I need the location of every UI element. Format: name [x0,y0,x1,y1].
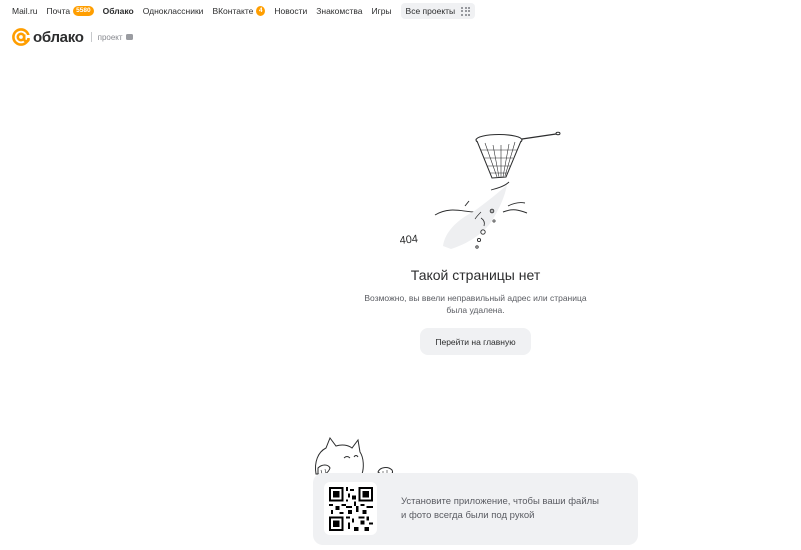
nav-vkontakte[interactable]: ВКонтакте 4 [212,6,266,16]
project-text: проект [97,32,123,42]
pochta-unread-badge: 5580 [73,6,94,16]
nav-znakomstva[interactable]: Знакомства [316,6,362,16]
error-description: Возможно, вы ввели неправильный адрес ил… [364,293,587,315]
qr-code-icon [328,486,373,531]
at-sign-logo-icon [12,28,31,46]
vkontakte-badge: 4 [256,6,266,16]
nav-oblako-label: Облако [102,6,134,16]
nav-znakomstva-label: Знакомства [316,6,363,16]
nav-novosti[interactable]: Новости [274,6,307,16]
nav-igry[interactable]: Игры [371,6,391,16]
all-projects-button[interactable]: Все проекты [400,3,476,19]
nav-oblako[interactable]: Облако [103,6,134,16]
portal-navbar: Mail.ru Почта 5580 Облако Одноклассники В… [0,0,801,22]
nav-mailru-label: Mail.ru [12,6,38,16]
apps-grid-icon [461,6,471,16]
nav-novosti-label: Новости [274,6,308,16]
app-promo-card: Установите приложение, чтобы ваши файлы … [313,473,638,545]
nav-odnoklassniki[interactable]: Одноклассники [143,6,204,16]
oblako-logo[interactable]: облако проект [11,27,133,47]
nav-odnoklassniki-label: Одноклассники [142,6,204,16]
go-home-button[interactable]: Перейти на главную [420,328,531,355]
vk-project-label: проект [98,33,133,42]
nav-mailru[interactable]: Mail.ru [12,6,38,16]
error-title: Такой страницы нет [410,267,541,283]
error-code-text: 404 [399,233,419,247]
nav-vkontakte-label: ВКонтакте [212,6,254,16]
fish-net-404-illustration: 404 [399,131,561,249]
vk-logo-icon [125,34,133,40]
promo-text: Установите приложение, чтобы ваши файлы … [401,496,599,521]
nav-pochta-label: Почта [46,6,71,16]
logo-name: облако [33,28,84,46]
nav-igry-label: Игры [371,6,392,16]
all-projects-label: Все проекты [405,6,456,16]
qr-code[interactable] [324,482,377,535]
logo-divider [90,32,92,42]
nav-pochta[interactable]: Почта 5580 [47,6,94,16]
